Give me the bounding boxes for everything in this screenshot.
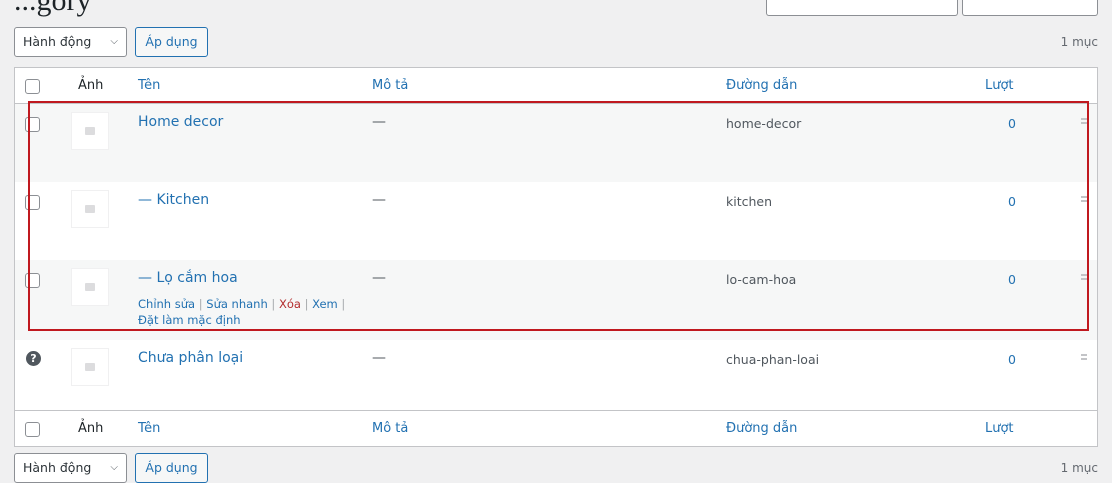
help-icon[interactable]: ? [26,351,41,366]
term-description: — [372,270,386,286]
row-checkbox[interactable] [25,117,40,132]
row-actions: Chỉnh sửa | Sửa nhanh | Xóa | Xem | Đặt … [138,297,346,327]
chevron-down-icon: ⌵ [110,36,118,47]
column-name[interactable]: Tên [138,411,160,447]
search-input[interactable] [766,0,958,16]
term-count-link[interactable]: 0 [1008,352,1016,367]
bulk-action-label: Hành động [23,460,92,475]
term-count-link[interactable]: 0 [1008,272,1016,287]
term-name-link[interactable]: Chưa phân loại [138,350,243,366]
table-row: ? Chưa phân loại — chua-phan-loai 0 [15,340,1097,410]
table-row: Home decor — home-decor 0 [15,104,1097,182]
term-name-link[interactable]: Home decor [138,114,223,130]
table-row: — Lọ cắm hoa — lo-cam-hoa 0 Chỉnh sửa | … [15,260,1097,340]
table-row: — Kitchen — kitchen 0 [15,182,1097,260]
row-checkbox[interactable] [25,195,40,210]
image-placeholder-icon [71,268,109,306]
delete-link[interactable]: Xóa [279,297,301,311]
column-name[interactable]: Tên [138,68,160,104]
drag-handle-icon[interactable] [1081,274,1087,280]
image-placeholder-icon [71,112,109,150]
edit-link[interactable]: Chỉnh sửa [138,297,195,311]
quick-edit-link[interactable]: Sửa nhanh [206,297,268,311]
apply-button[interactable]: Áp dụng [135,27,208,57]
column-description[interactable]: Mô tả [372,68,408,104]
view-link[interactable]: Xem [312,297,338,311]
bulk-action-select[interactable]: Hành động ⌵ [14,27,127,57]
bulk-action-label: Hành động [23,34,92,49]
column-slug[interactable]: Đường dẫn [726,411,797,447]
select-all-checkbox-footer[interactable] [25,422,40,437]
image-placeholder-icon [71,348,109,386]
chevron-down-icon: ⌵ [110,462,118,473]
term-name-link[interactable]: — Kitchen [138,192,209,208]
term-description: — [372,350,386,366]
item-count: 1 mục [1060,461,1098,475]
column-description[interactable]: Mô tả [372,411,408,447]
search-button[interactable] [962,0,1098,16]
term-slug: lo-cam-hoa [726,272,797,287]
item-count: 1 mục [1060,35,1098,49]
drag-handle-icon[interactable] [1081,354,1087,360]
column-image: Ảnh [78,78,104,93]
apply-button[interactable]: Áp dụng [135,453,208,483]
term-slug: home-decor [726,116,802,131]
row-checkbox[interactable] [25,273,40,288]
term-count-link[interactable]: 0 [1008,194,1016,209]
column-count[interactable]: Lượt [985,68,1014,104]
drag-handle-icon[interactable] [1081,118,1087,124]
bulk-action-select[interactable]: Hành động ⌵ [14,453,127,483]
term-description: — [372,192,386,208]
term-name-link[interactable]: — Lọ cắm hoa [138,270,238,286]
bulk-actions-top: Hành động ⌵ Áp dụng 1 mục [14,27,1098,57]
drag-handle-icon[interactable] [1081,196,1087,202]
term-slug: kitchen [726,194,773,209]
column-image: Ảnh [78,421,104,436]
make-default-link[interactable]: Đặt làm mặc định [138,313,241,327]
term-description: — [372,114,386,130]
term-count-link[interactable]: 0 [1008,116,1016,131]
terms-table: Ảnh Tên Mô tả Đường dẫn Lượt Home decor … [14,67,1098,447]
column-count[interactable]: Lượt [985,411,1014,447]
column-slug[interactable]: Đường dẫn [726,68,797,104]
select-all-checkbox[interactable] [25,79,40,94]
table-footer: Ảnh Tên Mô tả Đường dẫn Lượt [15,410,1097,446]
term-slug: chua-phan-loai [726,352,820,367]
page-title: ...gory [14,0,92,17]
image-placeholder-icon [71,190,109,228]
bulk-actions-bottom: Hành động ⌵ Áp dụng 1 mục [14,453,1098,483]
table-header: Ảnh Tên Mô tả Đường dẫn Lượt [15,68,1097,104]
